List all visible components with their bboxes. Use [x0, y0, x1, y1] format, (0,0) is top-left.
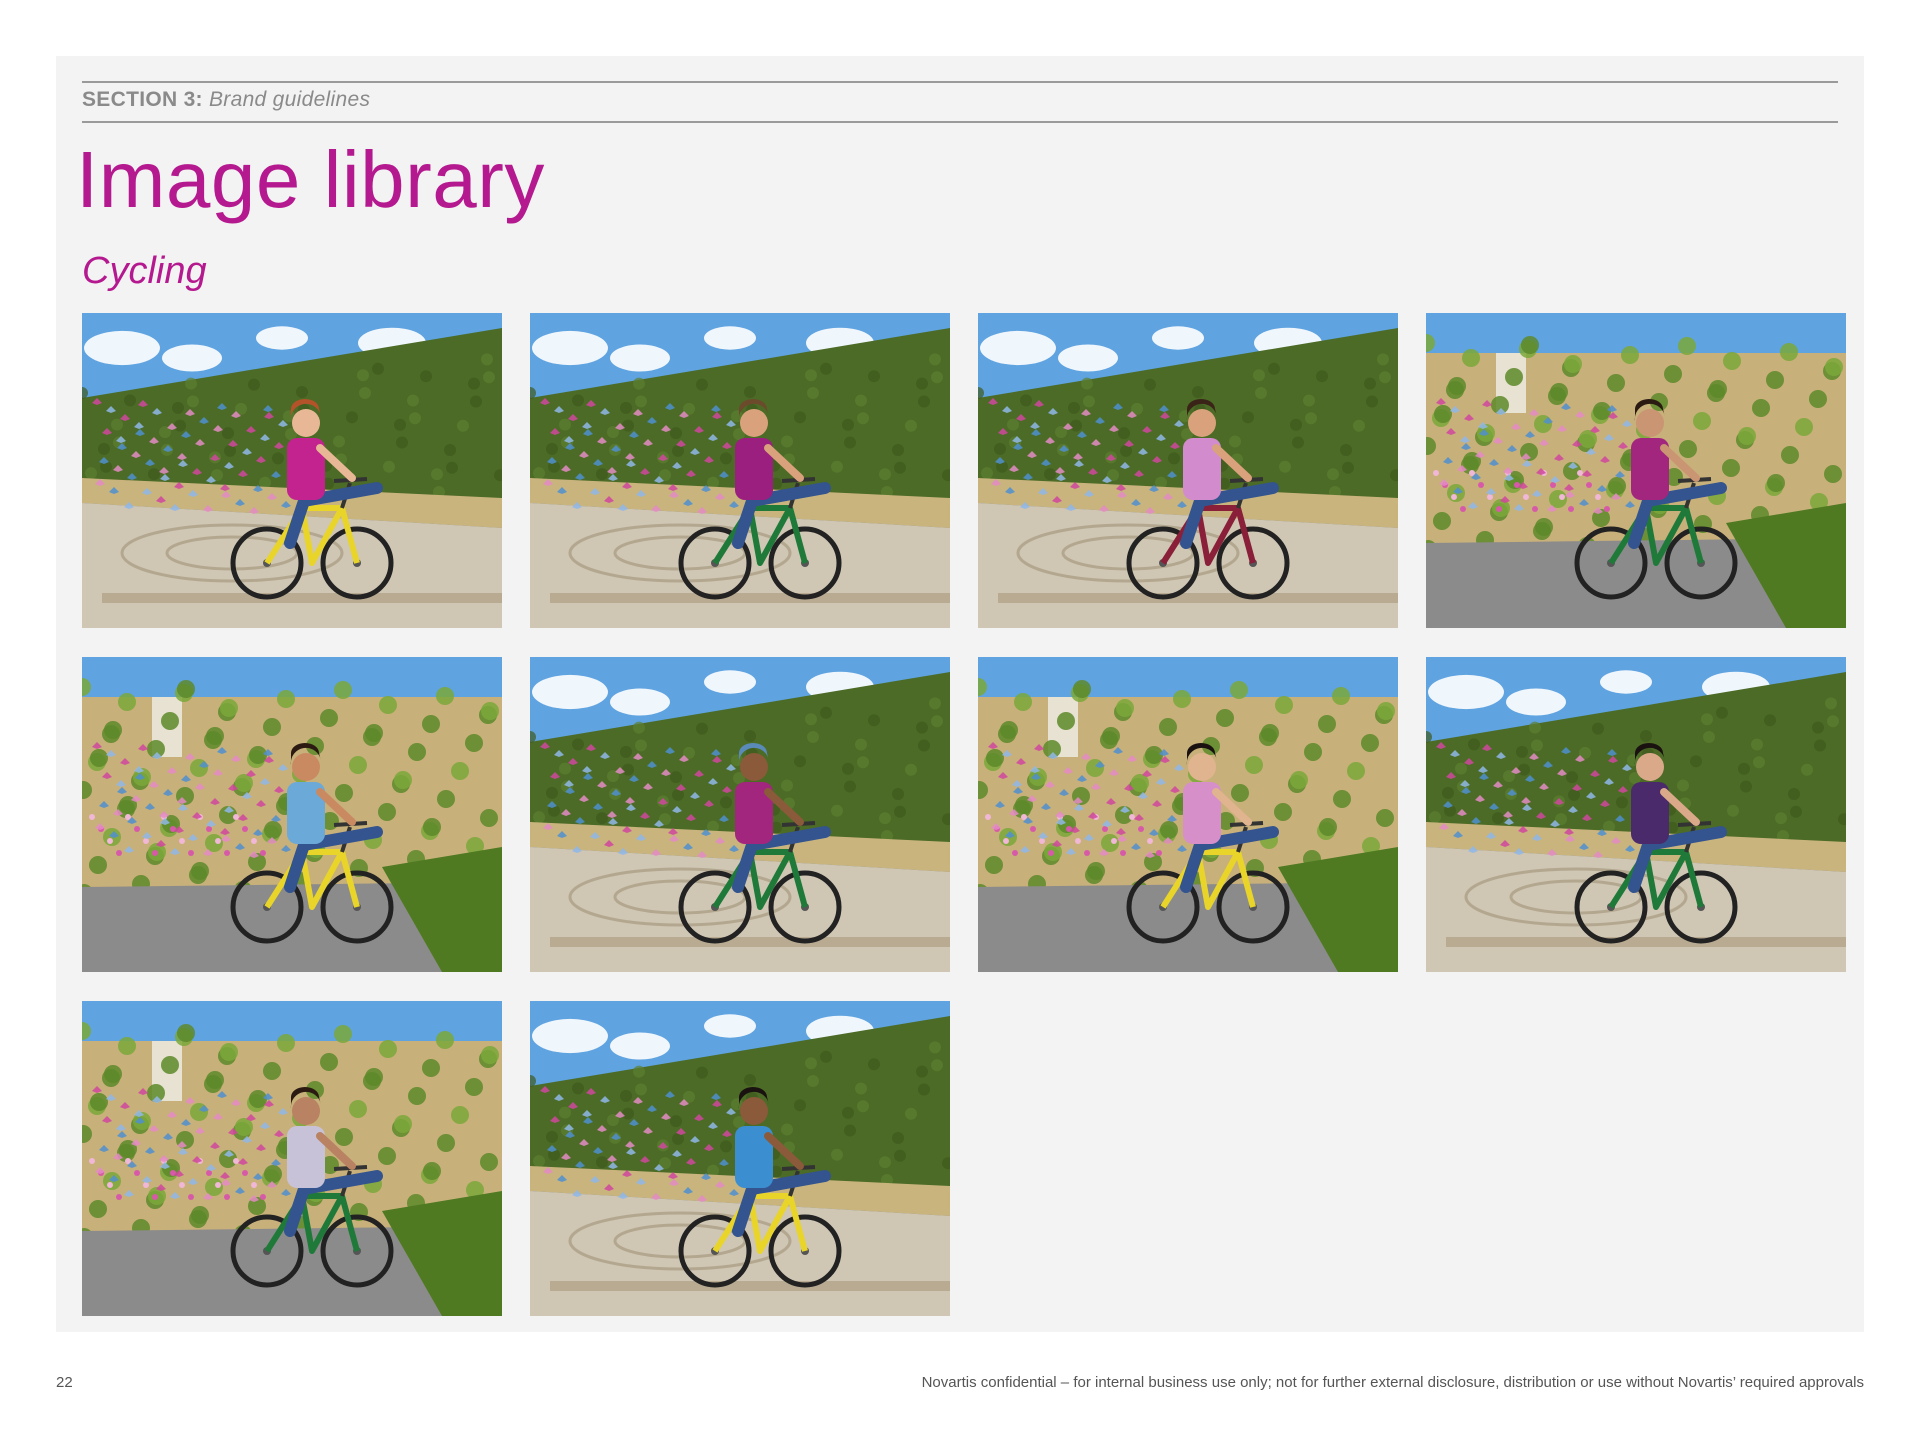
- cyclist-photo-6[interactable]: [530, 657, 950, 972]
- confidential-note: Novartis confidential – for internal bus…: [921, 1374, 1864, 1391]
- cyclist-photo-2[interactable]: [530, 313, 950, 628]
- section-label: SECTION 3: Brand guidelines: [82, 88, 370, 112]
- cyclist-photo-7[interactable]: [978, 657, 1398, 972]
- cyclist-photo-10[interactable]: [530, 1001, 950, 1316]
- page-number: 22: [56, 1374, 73, 1391]
- cyclist-photo-3[interactable]: [978, 313, 1398, 628]
- cyclist-photo-4[interactable]: [1426, 313, 1846, 628]
- header-rule-bottom: [82, 121, 1838, 123]
- page-title: Image library: [76, 135, 545, 224]
- cyclist-photo-8[interactable]: [1426, 657, 1846, 972]
- cyclist-photo-5[interactable]: [82, 657, 502, 972]
- category-subtitle: Cycling: [82, 250, 207, 292]
- content-panel: SECTION 3: Brand guidelines Image librar…: [56, 56, 1864, 1332]
- section-number: SECTION 3:: [82, 88, 203, 111]
- cyclist-photo-1[interactable]: [82, 313, 502, 628]
- image-grid: [82, 313, 1846, 1316]
- header-rule-top: [82, 81, 1838, 83]
- section-name: Brand guidelines: [209, 88, 371, 111]
- cyclist-photo-9[interactable]: [82, 1001, 502, 1316]
